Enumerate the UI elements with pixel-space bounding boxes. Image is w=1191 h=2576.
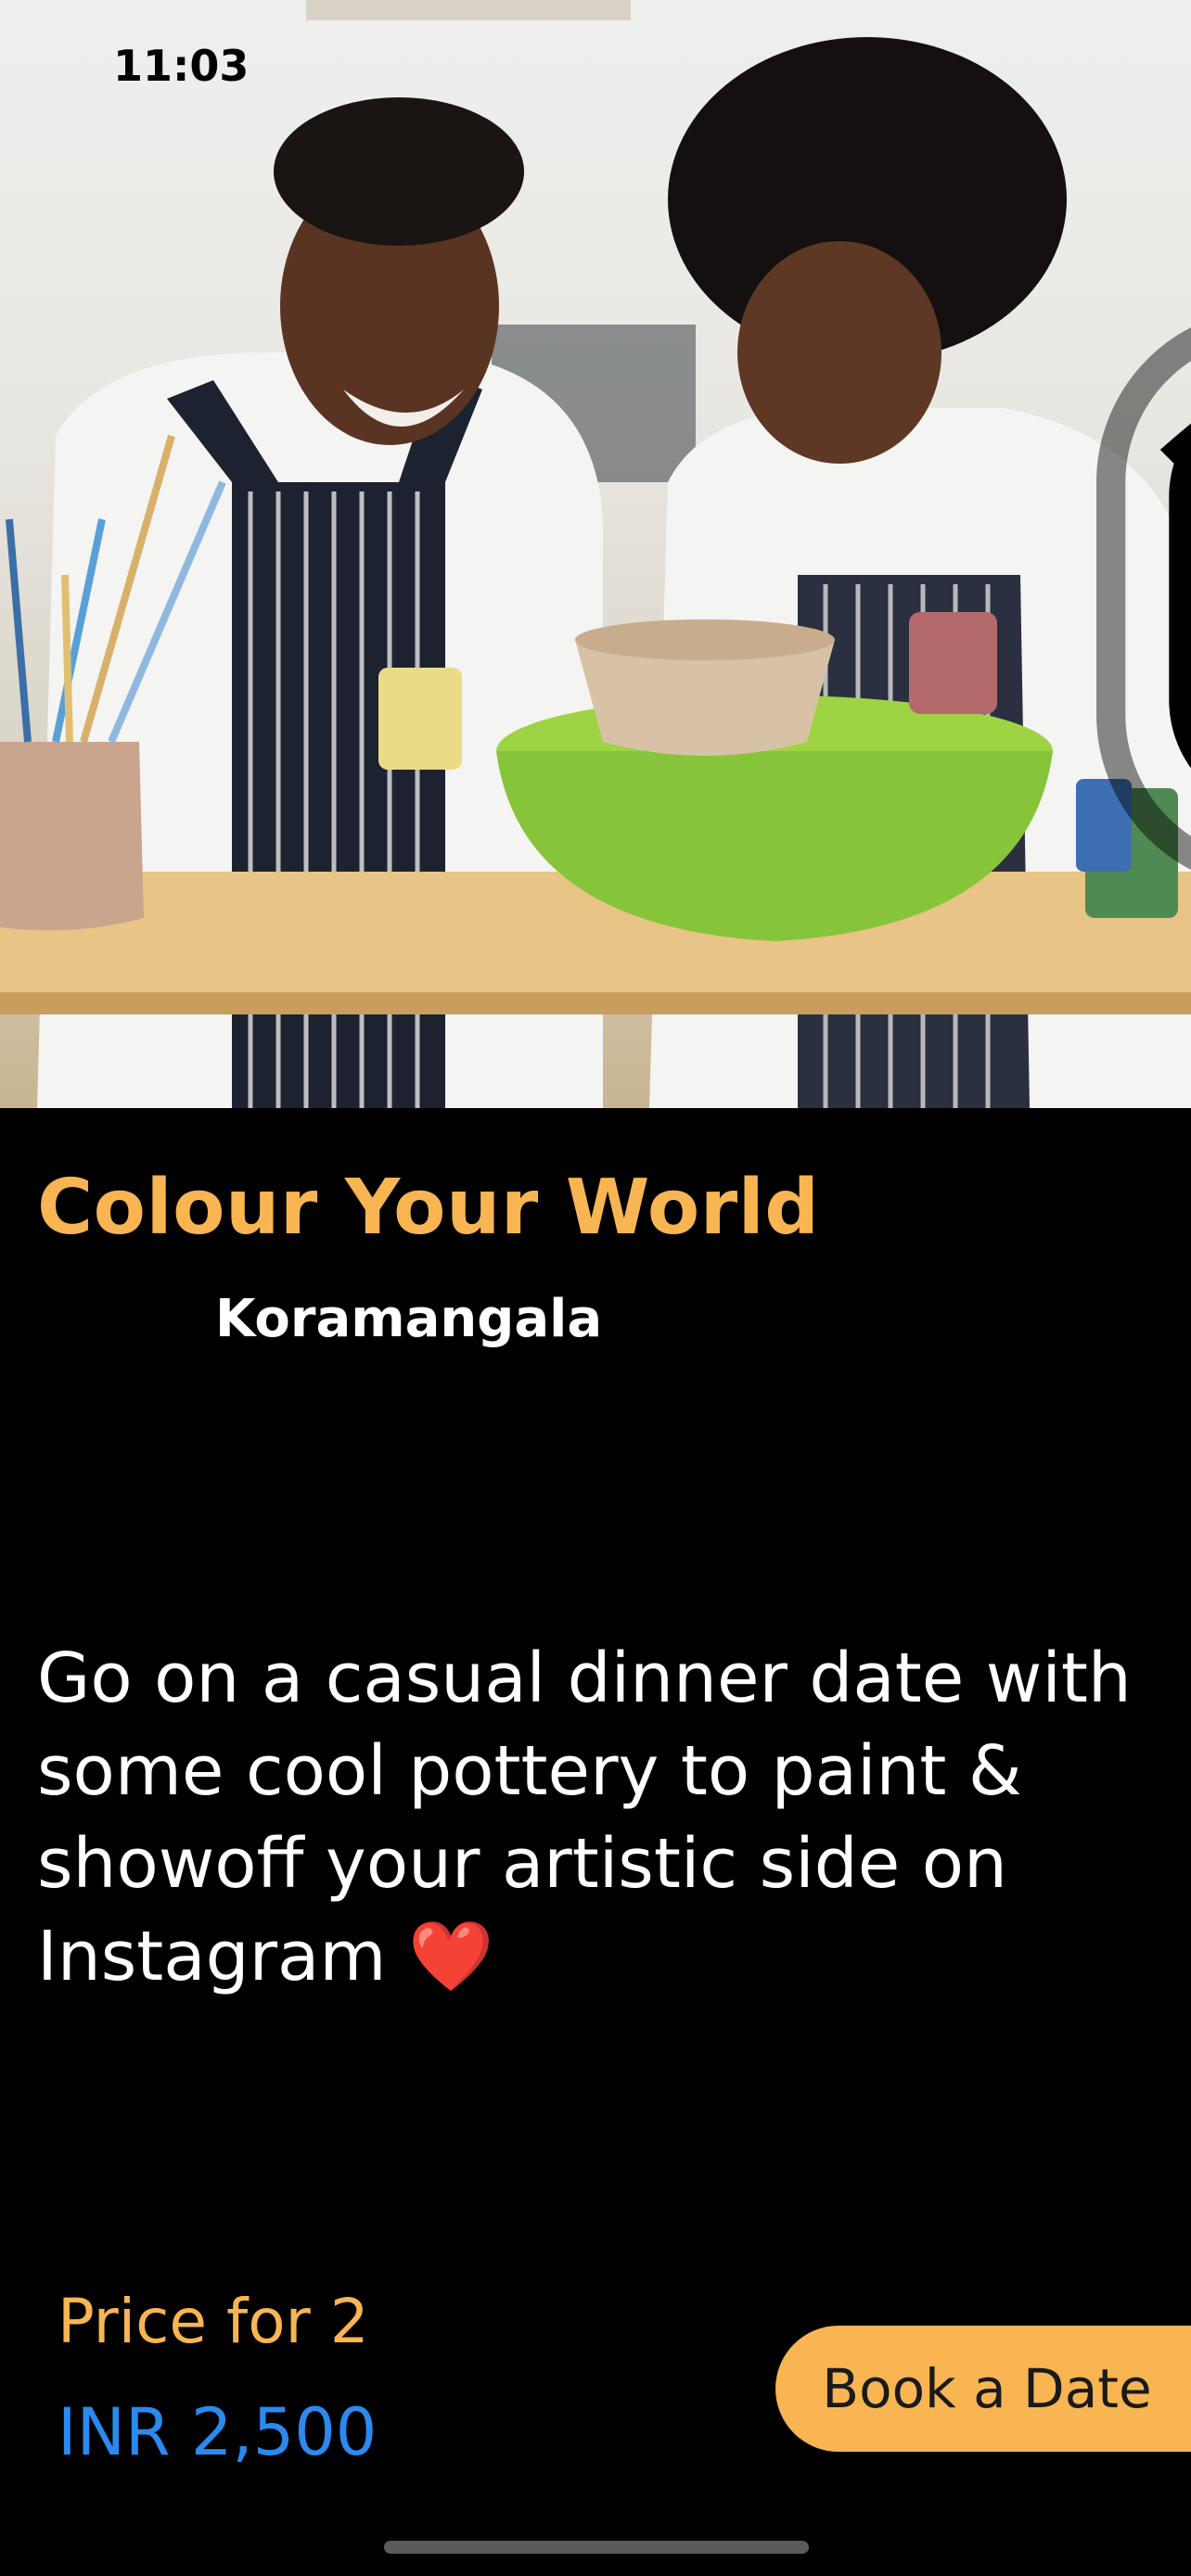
experience-detail-screen: 11:03 Colour Your World Koramangala Go o…	[0, 0, 1191, 2576]
status-time: 11:03	[113, 41, 250, 91]
pottery-couple-illustration	[0, 0, 1191, 1108]
price-value: INR 2,500	[58, 2394, 378, 2470]
experience-description: Go on a casual dinner date with some coo…	[37, 1639, 1132, 1996]
book-date-button[interactable]: Book a Date	[775, 2326, 1191, 2452]
hero-image: 11:03	[0, 0, 1191, 1108]
experience-location: Koramangala	[215, 1289, 603, 1349]
experience-title: Colour Your World	[37, 1164, 820, 1252]
home-indicator[interactable]	[384, 2541, 809, 2554]
price-label: Price for 2	[58, 2286, 369, 2357]
